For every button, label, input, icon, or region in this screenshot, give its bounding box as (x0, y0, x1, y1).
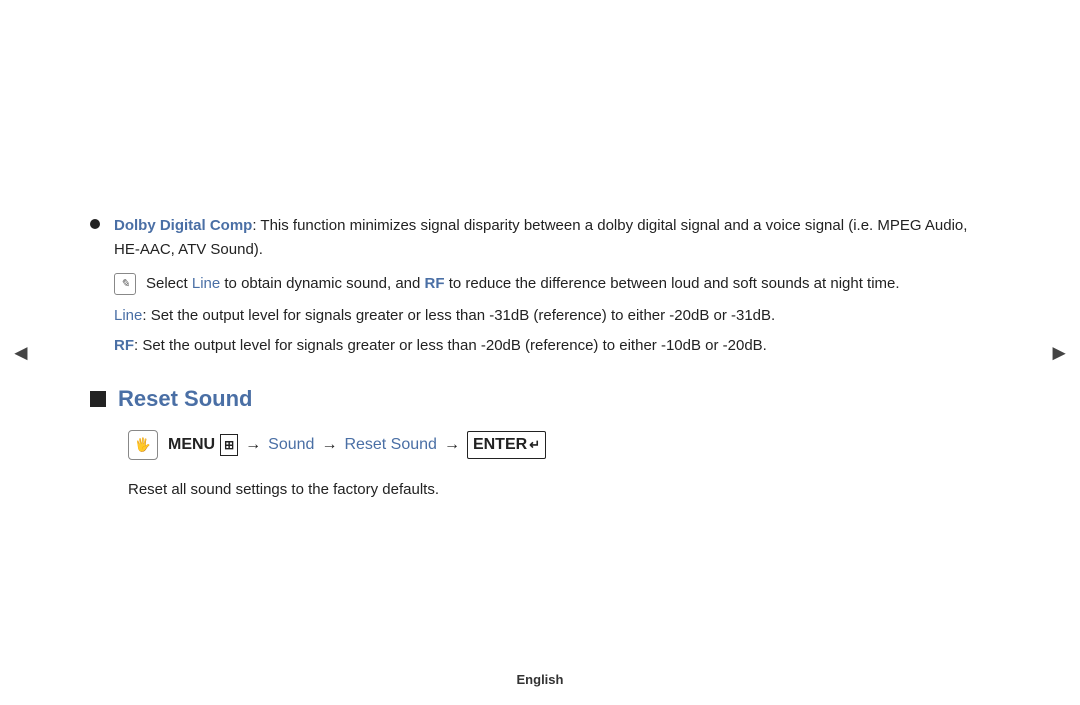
note-end: to reduce the difference between loud an… (445, 275, 900, 292)
enter-box: ENTER↵ (467, 431, 546, 459)
menu-keyword: MENU (168, 433, 215, 457)
nav-arrow-left[interactable]: ◄ (10, 340, 32, 366)
dolby-term: Dolby Digital Comp (114, 217, 252, 234)
menu-arrow-3: → (444, 433, 460, 457)
rf-desc: : Set the output level for signals great… (134, 337, 767, 354)
content-area: Dolby Digital Comp: This function minimi… (50, 184, 1030, 522)
bullet-section: Dolby Digital Comp: This function minimi… (90, 214, 990, 358)
rf-label: RF (114, 337, 134, 354)
note-rf-label: RF (425, 275, 445, 292)
footer-language: English (517, 672, 564, 687)
menu-reset-sound: Reset Sound (344, 433, 437, 457)
bullet-dot (90, 219, 100, 229)
menu-icon-symbol: 🖐 (135, 435, 151, 455)
description-text: Reset all sound settings to the factory … (128, 478, 990, 502)
line-entry: Line: Set the output level for signals g… (114, 304, 990, 328)
bullet-text: Dolby Digital Comp: This function minimi… (114, 214, 990, 262)
footer: English (0, 672, 1080, 687)
menu-line: 🖐 MENU⊞ → Sound → Reset Sound → ENTER↵ (128, 430, 990, 460)
rf-entry: RF: Set the output level for signals gre… (114, 334, 990, 358)
note-line-label: Line (192, 275, 220, 292)
bullet-item: Dolby Digital Comp: This function minimi… (90, 214, 990, 262)
page-container: ◄ ► Dolby Digital Comp: This function mi… (0, 0, 1080, 705)
note-icon: ✎ (114, 273, 136, 295)
nav-arrow-right[interactable]: ► (1048, 340, 1070, 366)
menu-arrow-1: → (245, 433, 261, 457)
menu-sound: Sound (268, 433, 314, 457)
menu-arrow-2: → (321, 433, 337, 457)
line-label: Line (114, 307, 142, 324)
note-block: ✎ Select Line to obtain dynamic sound, a… (114, 272, 990, 296)
note-middle: to obtain dynamic sound, and (220, 275, 424, 292)
section-header: Reset Sound (90, 386, 990, 412)
enter-icon: ↵ (529, 435, 540, 455)
line-desc: : Set the output level for signals great… (142, 307, 775, 324)
note-prefix: Select (146, 275, 192, 292)
note-text: Select Line to obtain dynamic sound, and… (146, 272, 900, 296)
enter-label: ENTER (473, 433, 527, 457)
section-square-icon (90, 391, 106, 407)
menu-grid-symbol: ⊞ (220, 434, 238, 456)
section-title: Reset Sound (118, 386, 252, 412)
menu-icon: 🖐 (128, 430, 158, 460)
